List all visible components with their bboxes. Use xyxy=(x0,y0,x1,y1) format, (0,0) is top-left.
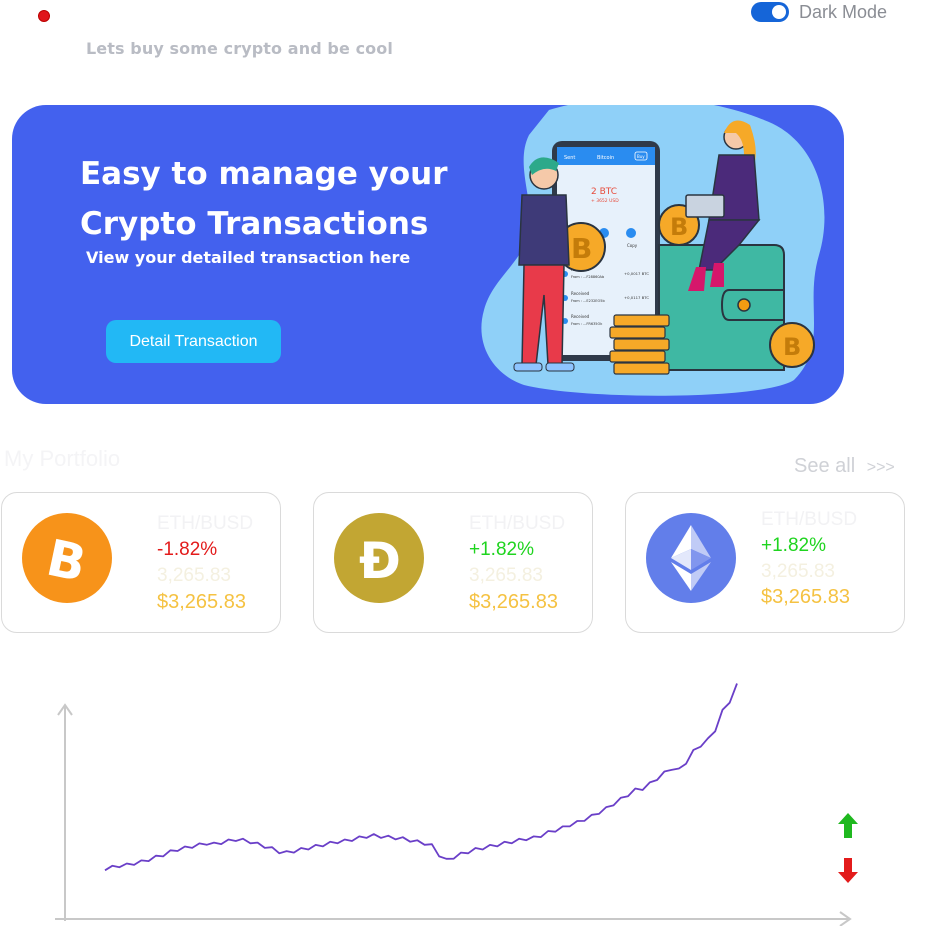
phone-amount-usd: + 3652 USD xyxy=(591,198,619,204)
ghost-price: 3,265.83 xyxy=(469,565,543,586)
change-percent: +1.82% xyxy=(469,539,534,560)
detail-transaction-button[interactable]: Detail Transaction xyxy=(106,320,281,363)
banner-title-line1: Easy to manage your xyxy=(80,156,448,192)
phone-amount: 2 BTC xyxy=(591,187,617,197)
status-dot xyxy=(38,10,50,22)
coin-stack xyxy=(609,314,670,375)
promo-banner: Easy to manage your Crypto Transactions … xyxy=(12,105,844,404)
pair-label: ETH/BUSD xyxy=(469,513,566,534)
bitcoin-coin-icon: B xyxy=(769,322,815,368)
portfolio-card-dogecoin[interactable]: Đ ETH/BUSD +1.82% 3,265.83 $3,265.83 xyxy=(313,492,593,633)
tx-type: Received xyxy=(571,291,590,296)
laptop-icon xyxy=(685,194,725,218)
price-line-chart xyxy=(55,683,852,926)
see-all-arrows: >>> xyxy=(866,459,895,476)
portfolio-card-ethereum[interactable]: ETH/BUSD +1.82% 3,265.83 $3,265.83 xyxy=(625,492,905,633)
pair-label: ETH/BUSD xyxy=(157,513,254,534)
ghost-price: 3,265.83 xyxy=(157,565,231,586)
change-percent: +1.82% xyxy=(761,535,826,556)
arrow-down-icon[interactable] xyxy=(838,858,858,884)
price-series-line xyxy=(104,683,738,872)
wallet-button xyxy=(737,298,751,312)
change-percent: -1.82% xyxy=(157,539,218,560)
svg-text:B: B xyxy=(783,333,801,361)
tagline: Lets buy some crypto and be cool xyxy=(86,39,393,58)
banner-subtitle: View your detailed transaction here xyxy=(86,248,411,267)
phone-header-right: Buy xyxy=(637,154,645,159)
arrow-up-icon[interactable] xyxy=(838,813,858,839)
dogecoin-icon: Đ xyxy=(334,513,424,603)
toggle-knob xyxy=(772,5,786,19)
svg-text:Đ: Đ xyxy=(359,532,401,588)
crypto-wallet-illustration: Sent Bitcoin Buy 2 BTC + 3652 USD Copy R… xyxy=(481,105,825,396)
dark-mode-label: Dark Mode xyxy=(799,1,888,22)
bitcoin-icon: B xyxy=(22,513,112,603)
dark-mode-toggle[interactable] xyxy=(751,2,789,22)
tx-value: +0,0117 BTC xyxy=(624,295,649,300)
svg-text:B: B xyxy=(42,529,91,588)
app-page: Lets buy some crypto and be cool Dark Mo… xyxy=(0,0,928,926)
ghost-price: 3,265.83 xyxy=(761,561,835,582)
tx-from: From : ...F28860Ab xyxy=(571,275,605,279)
see-all-label: See all xyxy=(794,455,856,477)
price-value: $3,265.83 xyxy=(157,591,246,613)
tx-from: From : ...E232EO5b xyxy=(571,299,605,303)
tx-from: From : ...FR635Ok xyxy=(571,322,603,326)
banner-title: Easy to manage your Crypto Transactions xyxy=(80,149,500,249)
phone-header-left: Sent xyxy=(564,155,575,161)
svg-text:B: B xyxy=(571,232,592,265)
svg-text:B: B xyxy=(670,213,688,241)
portfolio-card-bitcoin[interactable]: B ETH/BUSD -1.82% 3,265.83 $3,265.83 xyxy=(1,492,281,633)
phone-copy-label: Copy xyxy=(627,243,638,248)
pair-label: ETH/BUSD xyxy=(761,509,858,530)
tx-value: +0,0017 BTC xyxy=(624,271,649,276)
price-value: $3,265.83 xyxy=(469,591,558,613)
ethereum-icon xyxy=(646,513,736,603)
copy-icon xyxy=(626,228,636,238)
phone-header-center: Bitcoin xyxy=(597,155,614,161)
see-all-link[interactable]: See all >>> xyxy=(794,455,895,478)
price-value: $3,265.83 xyxy=(761,586,850,608)
tx-type: Received xyxy=(571,314,590,319)
banner-title-line2: Crypto Transactions xyxy=(80,206,429,242)
dark-mode-control: Dark Mode xyxy=(751,0,887,24)
portfolio-title: My Portfolio xyxy=(4,446,121,471)
wallet-clasp xyxy=(720,289,785,321)
